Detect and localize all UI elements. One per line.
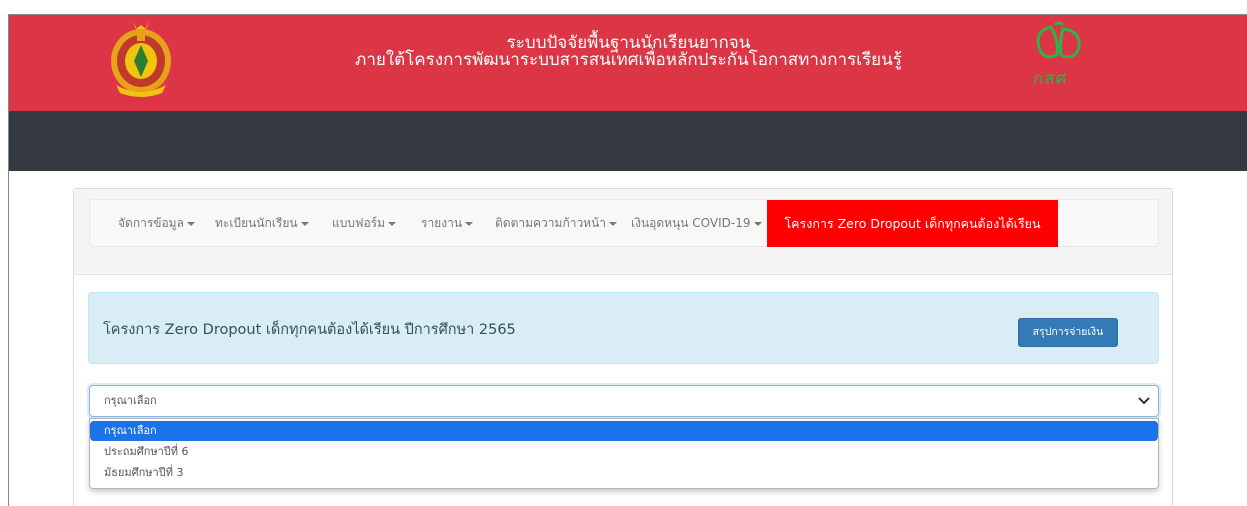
panel-heading: จัดการข้อมูล ทะเบียนนักเรียน แบบฟอร์ม รา…	[74, 189, 1172, 275]
caret-down-icon	[753, 221, 762, 226]
caret-down-icon	[465, 221, 474, 226]
caret-down-icon	[186, 221, 195, 226]
info-alert: โครงการ Zero Dropout เด็กทุกคนต้องได้เรี…	[88, 292, 1159, 364]
menu-data-management[interactable]: จัดการข้อมูล	[118, 200, 195, 246]
menu-covid-subsidy[interactable]: เงินอุดหนุน COVID-19	[631, 200, 762, 246]
payment-summary-button[interactable]: สรุปการจ่ายเงิน	[1018, 318, 1118, 347]
option-primary-6[interactable]: ประถมศึกษาปีที่ 6	[90, 442, 1158, 462]
menu-label: จัดการข้อมูล	[118, 216, 184, 230]
option-please-select[interactable]: กรุณาเลือก	[90, 421, 1158, 441]
menu-student-registry[interactable]: ทะเบียนนักเรียน	[215, 200, 309, 246]
browser-viewport: ระบบปัจจัยพื้นฐานนักเรียนยากจน ภายใต้โคร…	[8, 14, 1247, 506]
caret-down-icon	[609, 221, 618, 226]
menu-label: ทะเบียนนักเรียน	[215, 216, 298, 230]
menu-label: รายงาน	[421, 216, 463, 230]
menu-forms[interactable]: แบบฟอร์ม	[332, 200, 397, 246]
top-navbar	[9, 111, 1247, 171]
menu-reports[interactable]: รายงาน	[421, 200, 474, 246]
menu-label: เงินอุดหนุน COVID-19	[631, 216, 751, 230]
grade-dropdown-list: กรุณาเลือก ประถมศึกษาปีที่ 6 มัธยมศึกษาป…	[89, 418, 1159, 489]
option-secondary-3[interactable]: มัธยมศึกษาปีที่ 3	[90, 463, 1158, 483]
grade-select[interactable]: กรุณาเลือก	[89, 385, 1159, 417]
alert-title: โครงการ Zero Dropout เด็กทุกคนต้องได้เรี…	[103, 322, 516, 338]
menu-zero-dropout[interactable]: โครงการ Zero Dropout เด็กทุกคนต้องได้เรี…	[767, 200, 1058, 247]
site-header: ระบบปัจจัยพื้นฐานนักเรียนยากจน ภายใต้โคร…	[9, 15, 1247, 111]
main-panel: จัดการข้อมูล ทะเบียนนักเรียน แบบฟอร์ม รา…	[73, 188, 1173, 506]
chevron-down-icon	[1138, 397, 1150, 405]
tsqp-logo-text: กสศ	[1033, 69, 1068, 89]
caret-down-icon	[388, 221, 397, 226]
caret-down-icon	[300, 221, 309, 226]
menu-bar: จัดการข้อมูล ทะเบียนนักเรียน แบบฟอร์ม รา…	[89, 199, 1159, 247]
menu-label: แบบฟอร์ม	[332, 216, 386, 230]
menu-progress-tracking[interactable]: ติดตามความก้าวหน้า	[495, 200, 618, 246]
menu-label: ติดตามความก้าวหน้า	[495, 216, 607, 230]
select-value: กรุณาเลือก	[104, 394, 157, 407]
